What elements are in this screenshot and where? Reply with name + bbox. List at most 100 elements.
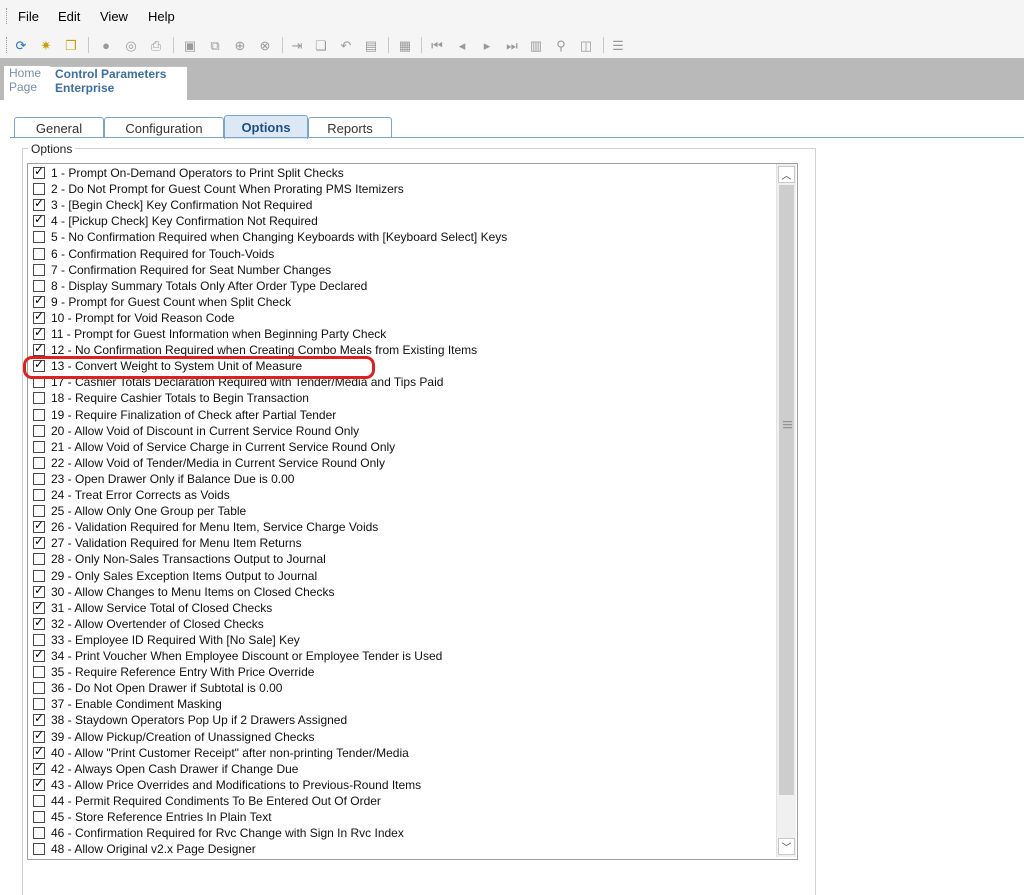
option-checkbox[interactable] xyxy=(33,408,45,421)
refresh-icon[interactable]: ⟳ xyxy=(12,36,30,54)
option-row[interactable]: 39 - Allow Pickup/Creation of Unassigned… xyxy=(28,728,314,745)
scroll-down-button[interactable]: ﹀ xyxy=(778,838,795,855)
option-checkbox[interactable] xyxy=(33,231,45,244)
find-icon[interactable]: ⚲ xyxy=(552,36,570,54)
option-checkbox[interactable] xyxy=(33,212,45,228)
option-checkbox[interactable] xyxy=(33,293,45,308)
new-copy-icon[interactable]: ❐ xyxy=(62,36,80,54)
option-checkbox[interactable] xyxy=(33,569,45,582)
zoom-icon[interactable]: ◎ xyxy=(122,36,140,54)
last-icon[interactable]: ⏭ xyxy=(503,36,521,54)
tab-general[interactable]: General xyxy=(14,117,104,138)
tab-reports[interactable]: Reports xyxy=(308,117,392,138)
option-checkbox[interactable] xyxy=(33,309,45,324)
option-checkbox[interactable] xyxy=(33,827,45,840)
option-row[interactable]: 23 - Open Drawer Only if Balance Due is … xyxy=(28,471,294,487)
goto-icon[interactable]: ▥ xyxy=(527,36,545,54)
option-row[interactable]: 20 - Allow Void of Discount in Current S… xyxy=(28,423,359,439)
undo-icon[interactable]: ↶ xyxy=(337,36,355,54)
option-row[interactable]: 38 - Staydown Operators Pop Up if 2 Draw… xyxy=(28,711,347,728)
option-checkbox[interactable] xyxy=(33,599,45,614)
option-checkbox[interactable] xyxy=(33,553,45,566)
option-checkbox[interactable] xyxy=(33,247,45,260)
menu-help[interactable]: Help xyxy=(148,9,175,24)
option-checkbox[interactable] xyxy=(33,682,45,695)
scroll-up-button[interactable]: ︿ xyxy=(778,166,795,183)
option-row[interactable]: 42 - Always Open Cash Drawer if Change D… xyxy=(28,760,298,777)
tab-home-page[interactable]: Home Page xyxy=(4,66,53,100)
record-icon[interactable]: ● xyxy=(97,36,115,54)
option-row[interactable]: 30 - Allow Changes to Menu Items on Clos… xyxy=(28,583,334,600)
add-icon[interactable]: ⊕ xyxy=(231,36,249,54)
option-checkbox[interactable] xyxy=(33,711,45,727)
option-row[interactable]: 45 - Store Reference Entries In Plain Te… xyxy=(28,809,272,825)
menu-edit[interactable]: Edit xyxy=(58,9,80,24)
option-row[interactable]: 11 - Prompt for Guest Information when B… xyxy=(28,325,386,342)
option-row[interactable]: 37 - Enable Condiment Masking xyxy=(28,696,222,712)
option-checkbox[interactable] xyxy=(33,794,45,807)
option-row[interactable]: 44 - Permit Required Condiments To Be En… xyxy=(28,793,381,809)
option-row[interactable]: 18 - Require Cashier Totals to Begin Tra… xyxy=(28,390,309,406)
menu-file[interactable]: File xyxy=(18,9,39,24)
option-checkbox[interactable] xyxy=(33,647,45,662)
option-row[interactable]: 32 - Allow Overtender of Closed Checks xyxy=(28,615,264,632)
save-icon[interactable]: ▣ xyxy=(181,36,199,54)
option-row[interactable]: 40 - Allow "Print Customer Receipt" afte… xyxy=(28,744,409,761)
prev-icon[interactable]: ◂ xyxy=(453,36,471,54)
option-checkbox[interactable] xyxy=(33,424,45,437)
option-checkbox[interactable] xyxy=(33,811,45,823)
option-row[interactable]: 35 - Require Reference Entry With Price … xyxy=(28,664,314,680)
option-row[interactable]: 6 - Confirmation Required for Touch-Void… xyxy=(28,246,274,262)
option-checkbox[interactable] xyxy=(33,341,45,357)
insert-icon[interactable]: ⇥ xyxy=(288,36,306,54)
table-icon[interactable]: ▦ xyxy=(396,36,414,54)
option-row[interactable]: 34 - Print Voucher When Employee Discoun… xyxy=(28,647,442,664)
tab-control-parameters[interactable]: Control Parameters Enterprise xyxy=(50,66,187,101)
option-checkbox[interactable] xyxy=(33,776,45,791)
save-all-icon[interactable]: ⧉ xyxy=(206,36,224,54)
option-row[interactable]: 43 - Allow Price Overrides and Modificat… xyxy=(28,776,421,793)
options-scrollbar[interactable]: ︿ — — — ﹀ xyxy=(776,164,796,857)
option-row[interactable]: 28 - Only Non-Sales Transactions Output … xyxy=(28,551,326,567)
option-checkbox[interactable] xyxy=(33,666,45,679)
option-checkbox[interactable] xyxy=(33,196,45,212)
copy-icon[interactable]: ❏ xyxy=(312,36,330,54)
option-checkbox[interactable] xyxy=(33,456,45,469)
option-row[interactable]: 26 - Validation Required for Menu Item, … xyxy=(28,518,378,535)
grid-icon[interactable]: ☰ xyxy=(609,36,627,54)
option-checkbox[interactable] xyxy=(33,698,45,711)
option-row[interactable]: 1 - Prompt On-Demand Operators to Print … xyxy=(28,164,344,181)
tab-options[interactable]: Options xyxy=(224,115,308,139)
option-row[interactable]: 8 - Display Summary Totals Only After Or… xyxy=(28,278,367,294)
option-checkbox[interactable] xyxy=(33,633,45,646)
option-checkbox[interactable] xyxy=(33,472,45,485)
option-checkbox[interactable] xyxy=(33,279,45,292)
option-checkbox[interactable] xyxy=(33,760,45,775)
new-icon[interactable]: ✷ xyxy=(37,36,55,54)
option-row[interactable]: 33 - Employee ID Required With [No Sale]… xyxy=(28,632,300,648)
option-row[interactable]: 25 - Allow Only One Group per Table xyxy=(28,503,246,519)
option-row[interactable]: 36 - Do Not Open Drawer if Subtotal is 0… xyxy=(28,680,282,696)
option-row[interactable]: 9 - Prompt for Guest Count when Split Ch… xyxy=(28,293,291,310)
option-row[interactable]: 31 - Allow Service Total of Closed Check… xyxy=(28,599,272,616)
delete-icon[interactable]: ⊗ xyxy=(256,36,274,54)
option-row[interactable]: 10 - Prompt for Void Reason Code xyxy=(28,309,234,326)
option-checkbox[interactable] xyxy=(33,534,45,550)
option-row[interactable]: 2 - Do Not Prompt for Guest Count When P… xyxy=(28,181,404,197)
option-row[interactable]: 48 - Allow Original v2.x Page Designer xyxy=(28,841,256,857)
menu-view[interactable]: View xyxy=(100,9,128,24)
option-row[interactable]: 5 - No Confirmation Required when Changi… xyxy=(28,229,507,245)
option-row[interactable]: 29 - Only Sales Exception Items Output t… xyxy=(28,568,317,584)
option-checkbox[interactable] xyxy=(33,440,45,453)
paste-icon[interactable]: ▤ xyxy=(362,36,380,54)
scroll-thumb[interactable]: — — — xyxy=(779,185,794,795)
option-row[interactable]: 3 - [Begin Check] Key Confirmation Not R… xyxy=(28,196,312,213)
print-icon[interactable]: ⎙ xyxy=(147,36,165,54)
next-icon[interactable]: ▸ xyxy=(478,36,496,54)
option-row[interactable]: 19 - Require Finalization of Check after… xyxy=(28,407,336,423)
option-checkbox[interactable] xyxy=(33,325,45,340)
option-checkbox[interactable] xyxy=(33,164,45,179)
view-icon[interactable]: ◫ xyxy=(577,36,595,54)
option-checkbox[interactable] xyxy=(33,615,45,630)
option-checkbox[interactable] xyxy=(33,518,45,534)
